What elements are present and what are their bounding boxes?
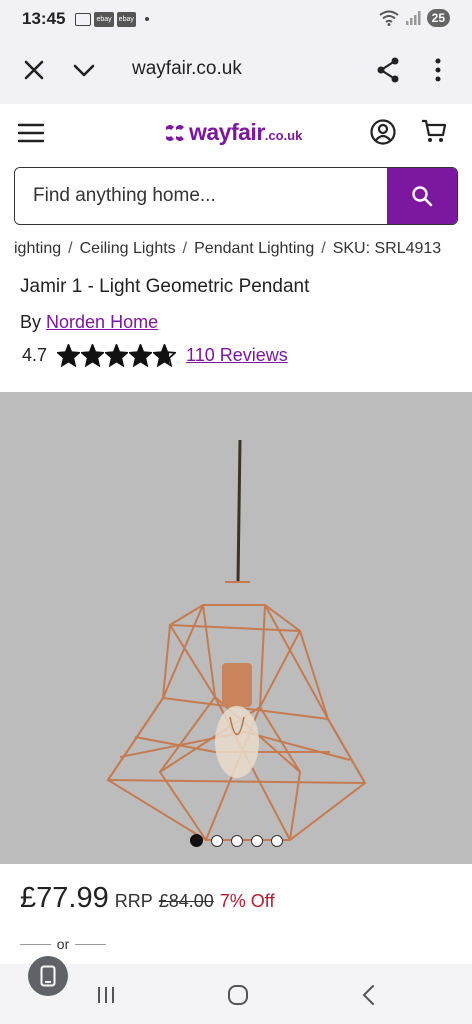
breadcrumb-separator: / xyxy=(68,240,73,257)
system-nav-bar xyxy=(0,964,472,1024)
star-partial-icon xyxy=(153,344,177,367)
rrp-label: RRP xyxy=(114,891,153,911)
wifi-icon xyxy=(379,10,399,26)
product-title: Jamir 1 - Light Geometric Pendant xyxy=(20,276,310,297)
search-icon xyxy=(412,186,433,207)
carousel-dot[interactable] xyxy=(190,834,203,847)
price-row: £77.99 RRP £84.00 7% Off xyxy=(20,882,274,915)
chevron-down-icon[interactable] xyxy=(72,58,96,82)
breadcrumb-separator: / xyxy=(182,240,188,257)
breadcrumb-item-pendant-lighting[interactable]: Pendant Lighting xyxy=(194,240,314,258)
recent-apps-icon[interactable] xyxy=(96,986,116,1004)
close-icon[interactable] xyxy=(22,58,46,82)
divider-line xyxy=(75,943,107,945)
breadcrumb: ighting / Ceiling Lights / Pendant Lighting /… xyxy=(14,240,472,258)
ebay-notification-icon: ebay xyxy=(94,11,114,27)
carousel-dot[interactable] xyxy=(211,834,223,847)
carousel-dot[interactable] xyxy=(271,834,283,847)
by-label: By xyxy=(20,312,42,332)
breadcrumb-sku: SKU: SRL4913 xyxy=(332,240,442,257)
share-icon[interactable] xyxy=(376,57,400,83)
screenshot-icon xyxy=(75,12,92,26)
breadcrumb-separator: / xyxy=(321,240,326,257)
or-divider: or xyxy=(20,936,107,952)
browser-toolbar: wayfair.co.uk xyxy=(0,38,472,104)
star-full-icon xyxy=(57,344,81,367)
breadcrumb-item-lighting[interactable]: ighting xyxy=(14,240,61,258)
carousel-dot[interactable] xyxy=(251,834,263,847)
site-header: wayfair .co.uk xyxy=(0,104,472,162)
brand-line: By Norden Home xyxy=(20,312,158,333)
breadcrumb-item-ceiling-lights[interactable]: Ceiling Lights xyxy=(80,240,176,258)
rating-value: 4.7 xyxy=(22,345,48,365)
or-text: or xyxy=(56,936,70,952)
floating-phone-button[interactable] xyxy=(28,956,68,996)
cart-icon[interactable] xyxy=(421,118,447,144)
logo-mark-icon xyxy=(166,125,184,141)
home-icon[interactable] xyxy=(227,984,249,1006)
divider-line xyxy=(20,943,51,945)
more-vert-icon[interactable] xyxy=(428,57,448,83)
star-full-icon xyxy=(105,344,129,367)
reviews-link[interactable]: 110 Reviews xyxy=(186,345,288,366)
more-notifications-dot xyxy=(144,17,149,21)
search-button[interactable] xyxy=(387,168,457,224)
rating-row: 4.7 110 Reviews xyxy=(22,344,288,367)
back-icon[interactable] xyxy=(360,984,378,1006)
star-rating xyxy=(57,344,177,367)
url-bar[interactable]: wayfair.co.uk xyxy=(132,58,242,80)
product-image[interactable] xyxy=(0,392,472,864)
status-bar: 13:45 ebay ebay 25 xyxy=(0,0,472,38)
account-icon[interactable] xyxy=(370,119,396,145)
ebay-notification-icon: ebay xyxy=(116,11,136,27)
pendant-lamp-image xyxy=(106,439,367,841)
status-time: 13:45 xyxy=(22,9,66,28)
carousel-dot[interactable] xyxy=(231,834,243,847)
battery-indicator: 25 xyxy=(426,9,450,27)
menu-icon[interactable] xyxy=(18,122,44,144)
discount-label: 7% Off xyxy=(219,891,275,911)
star-full-icon xyxy=(129,344,153,367)
notification-icons: ebay ebay xyxy=(75,11,149,27)
rrp-price: £84.00 xyxy=(158,891,214,911)
brand-link[interactable]: Norden Home xyxy=(46,312,158,332)
logo-tld: .co.uk xyxy=(264,128,303,143)
star-full-icon xyxy=(81,344,105,367)
sale-price: £77.99 xyxy=(20,882,109,914)
signal-icon xyxy=(405,11,421,25)
image-carousel-dots xyxy=(190,834,283,847)
status-right: 25 xyxy=(379,9,450,27)
phone-icon xyxy=(40,965,56,987)
wayfair-logo[interactable]: wayfair .co.uk xyxy=(164,118,302,146)
search-input[interactable] xyxy=(15,168,387,224)
logo-text: wayfair xyxy=(189,119,265,145)
search-bar xyxy=(14,167,458,225)
